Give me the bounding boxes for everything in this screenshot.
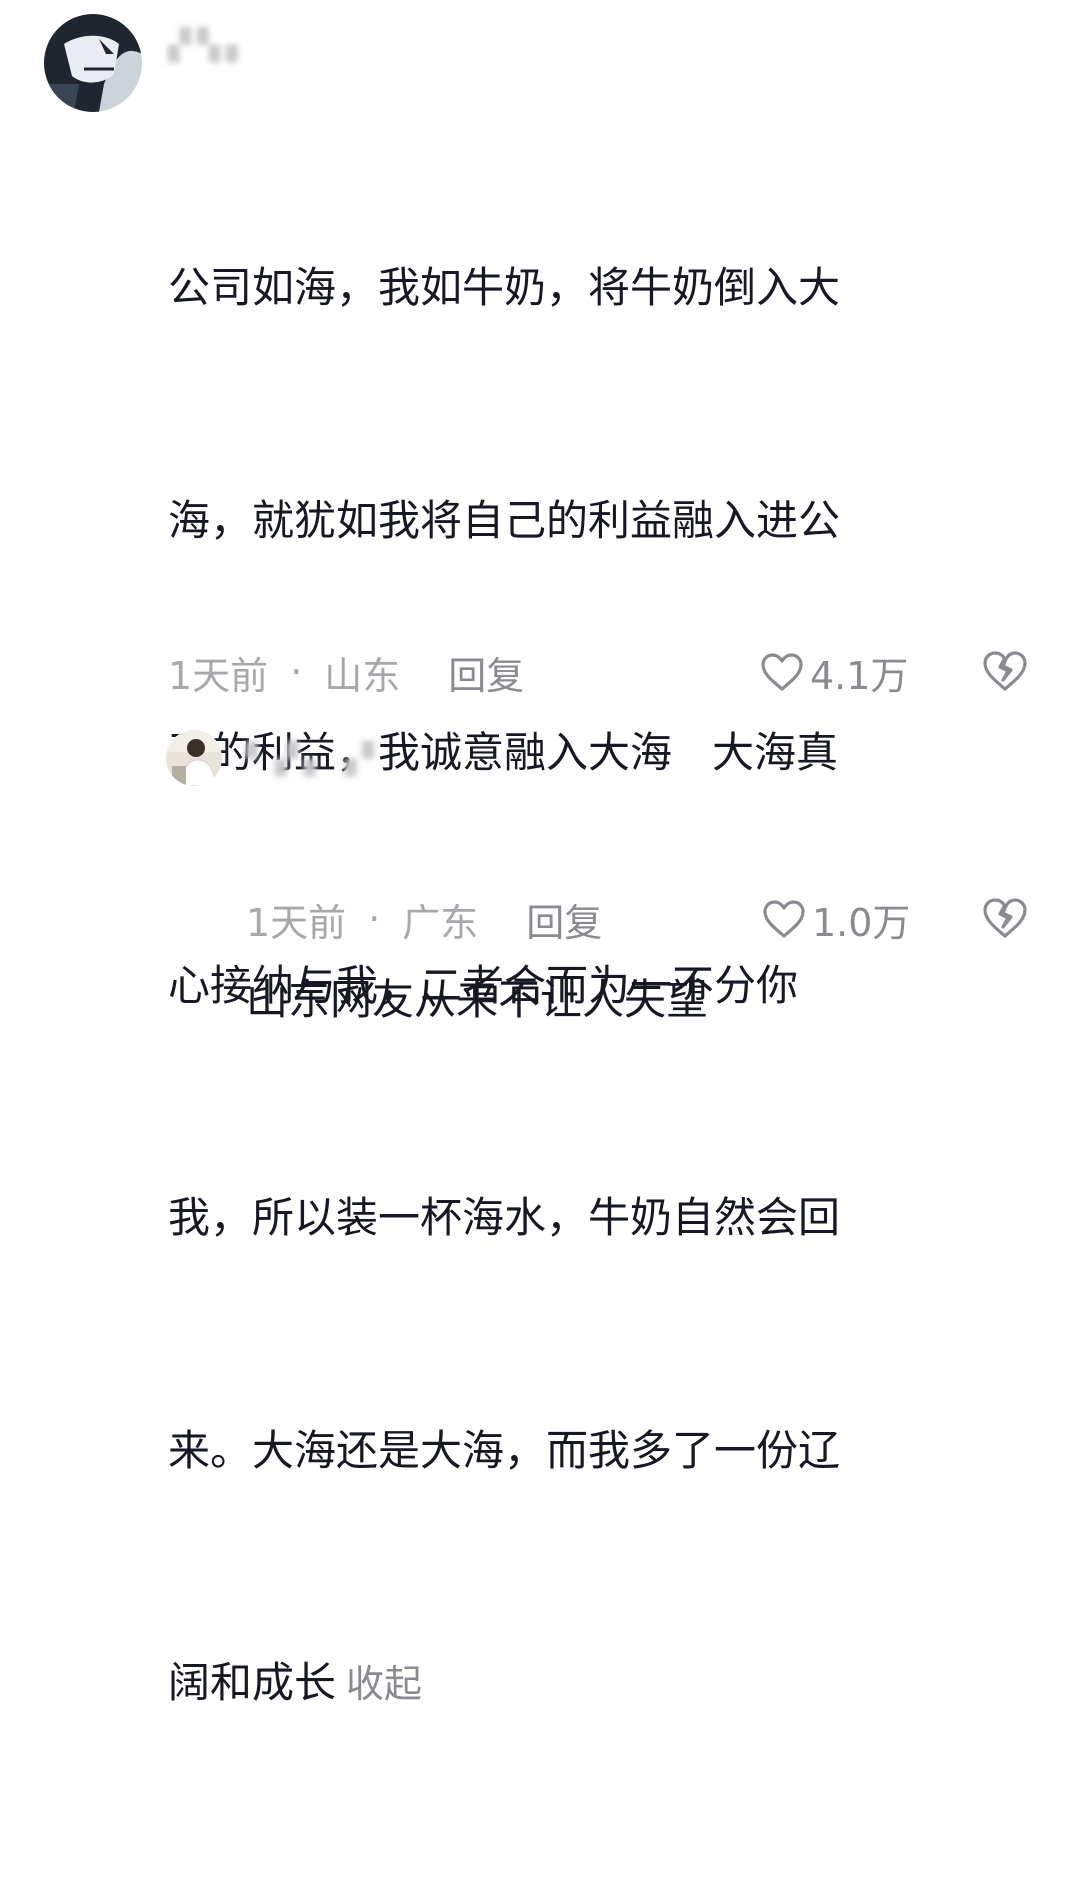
comment-time: 1天前 — [246, 900, 347, 945]
like-count: 1.0万 — [812, 900, 911, 945]
dislike-button[interactable] — [982, 897, 1028, 941]
comment-line: 海，就犹如我将自己的利益融入进公 — [168, 495, 841, 545]
comment-line: 公司如海，我如牛奶，将牛奶倒入大 — [168, 263, 841, 312]
main-comment-username[interactable]: ▞▚▖ — [168, 28, 268, 64]
meta-separator: · — [368, 897, 381, 941]
comment-time: 1天前 — [168, 653, 269, 698]
like-button[interactable]: 1.0万 — [762, 895, 910, 945]
like-count: 4.1万 — [810, 653, 909, 698]
reply-button[interactable]: 回复 — [526, 892, 602, 947]
like-button[interactable]: 4.1万 — [760, 648, 908, 698]
dislike-button[interactable] — [982, 650, 1028, 694]
comment-line: 来。大海还是大海，而我多了一份辽 — [168, 1425, 841, 1475]
main-comment-meta: 1天前 · 山东 回复 — [168, 648, 524, 698]
reply-comment-username[interactable]: ▘▞▖▗▘ — [246, 742, 466, 777]
heart-outline-icon — [763, 900, 805, 938]
broken-heart-icon — [983, 651, 1027, 691]
broken-heart-icon — [983, 898, 1027, 938]
reply-comment-avatar[interactable] — [166, 730, 222, 786]
comment-line: 山东网友从来不让人失望 — [246, 975, 709, 1024]
collapse-button[interactable]: 收起 — [346, 1662, 422, 1706]
main-comment-avatar[interactable] — [44, 14, 142, 112]
comment-location: 山东 — [324, 653, 401, 698]
comment-location: 广东 — [402, 900, 479, 945]
reply-comment-meta: 1天前 · 广东 回复 — [246, 895, 602, 945]
reply-comment-text: 山东网友从来不让人失望 — [246, 800, 1046, 1200]
reply-button[interactable]: 回复 — [448, 645, 524, 700]
meta-separator: · — [290, 650, 303, 694]
comment-line: 阔和成长 — [168, 1658, 337, 1707]
heart-outline-icon — [761, 653, 803, 691]
